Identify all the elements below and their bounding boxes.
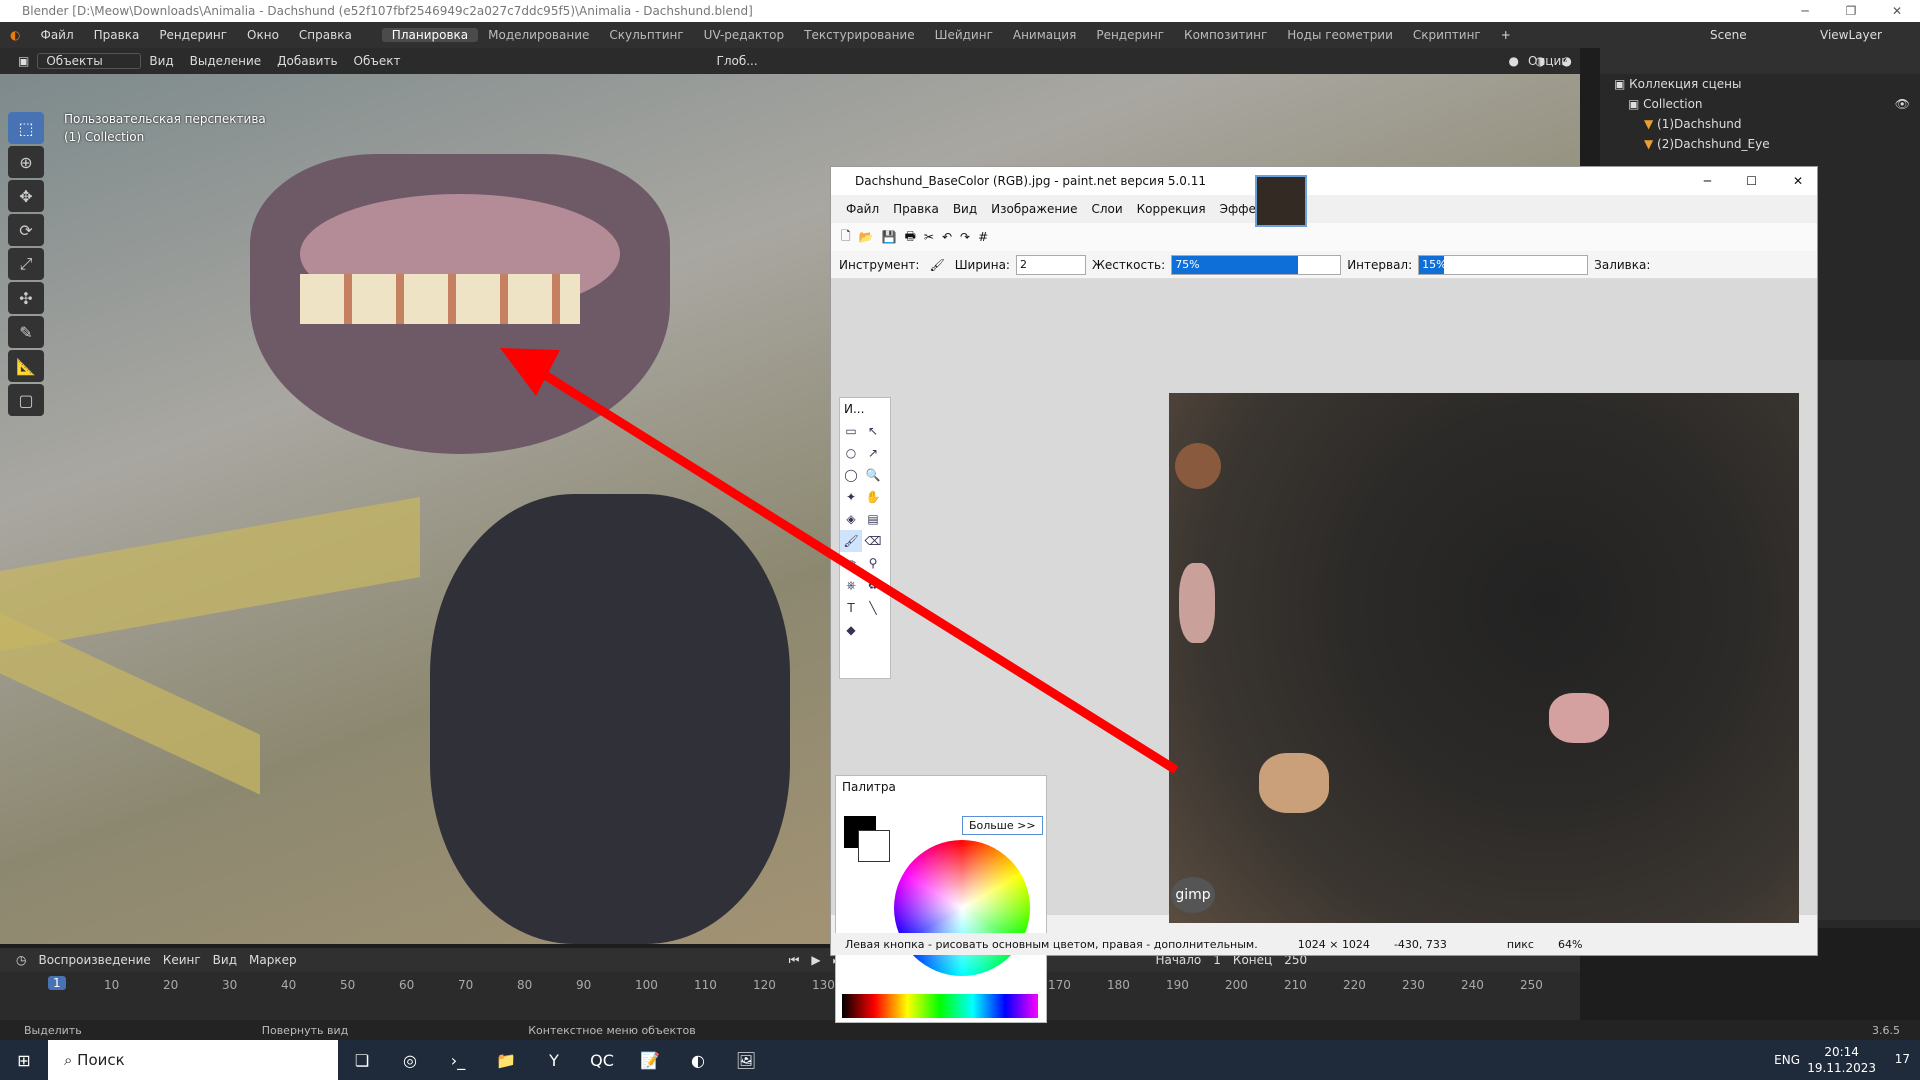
windows-taskbar: ⊞ ⌕ Поиск ❏ ◎ ›_ 📁 Y QC 📝 ◐ 🖼 ENG 20:14 … bbox=[0, 1040, 1920, 1080]
yandex-browser-icon[interactable]: Y bbox=[530, 1040, 578, 1080]
search-icon: ⌕ bbox=[64, 1051, 78, 1069]
paintnet-taskbar-icon[interactable]: 🖼 bbox=[722, 1040, 770, 1080]
notepad-icon[interactable]: 📝 bbox=[626, 1040, 674, 1080]
tray-lang[interactable]: ENG bbox=[1774, 1053, 1800, 1067]
xbox-icon[interactable]: ◎ bbox=[386, 1040, 434, 1080]
search-box[interactable]: ⌕ Поиск bbox=[48, 1040, 338, 1080]
notification-count[interactable]: 17 bbox=[1895, 1052, 1910, 1066]
qt-creator-icon[interactable]: QC bbox=[578, 1040, 626, 1080]
clock-time: 20:14 bbox=[1824, 1045, 1859, 1059]
clock[interactable]: 20:14 19.11.2023 bbox=[1807, 1044, 1876, 1076]
explorer-icon[interactable]: 📁 bbox=[482, 1040, 530, 1080]
clock-date: 19.11.2023 bbox=[1807, 1061, 1876, 1075]
powershell-icon[interactable]: ›_ bbox=[434, 1040, 482, 1080]
blender-taskbar-icon[interactable]: ◐ bbox=[674, 1040, 722, 1080]
search-label: Поиск bbox=[77, 1051, 125, 1069]
annotation-arrow bbox=[500, 348, 1179, 774]
task-view-icon[interactable]: ❏ bbox=[338, 1040, 386, 1080]
start-icon[interactable]: ⊞ bbox=[0, 1040, 48, 1080]
